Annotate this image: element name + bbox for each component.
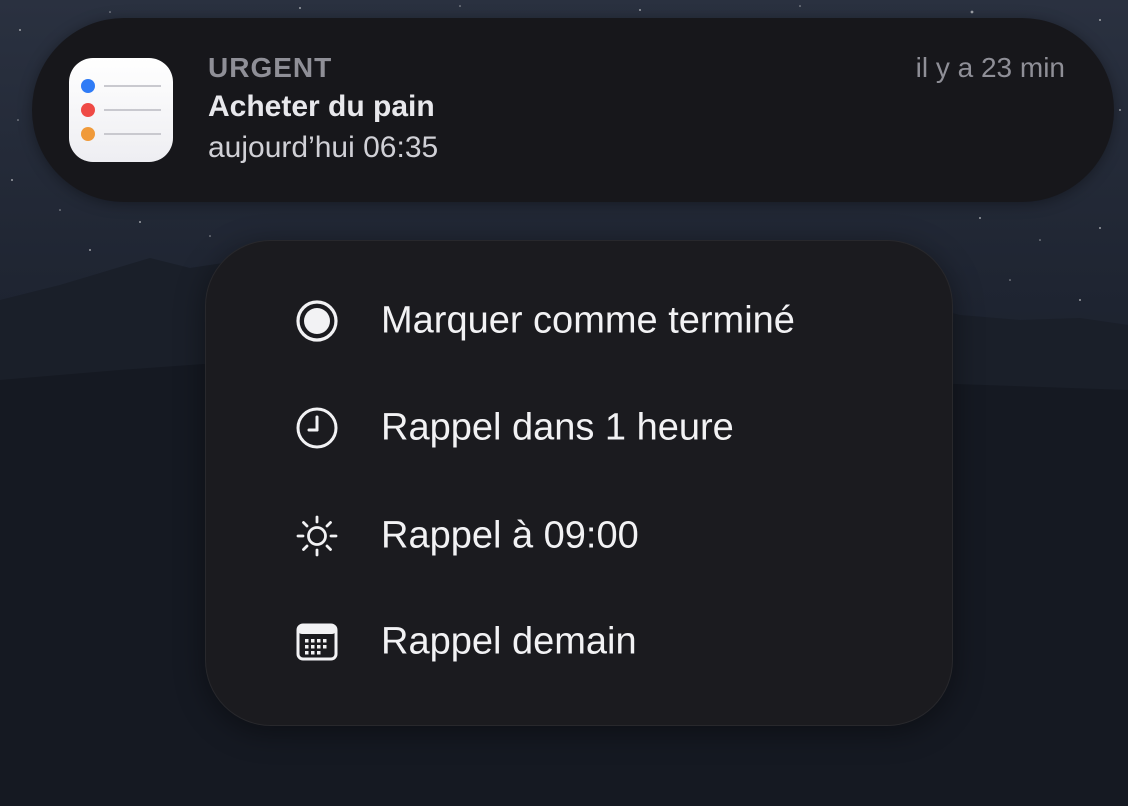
action-remind-tomorrow[interactable]: Rappel demain xyxy=(206,592,952,692)
notification-title: Acheter du pain xyxy=(208,90,435,123)
notification-banner[interactable] xyxy=(32,18,1114,202)
action-remind-at-nine[interactable]: Rappel à 09:00 xyxy=(206,486,952,586)
action-label: Rappel à 09:00 xyxy=(381,514,639,557)
action-label: Rappel demain xyxy=(381,620,637,663)
notification-category: URGENT xyxy=(208,52,333,83)
action-label: Marquer comme terminé xyxy=(381,299,795,342)
calendar-icon xyxy=(294,619,340,665)
completed-circle-icon xyxy=(294,298,340,344)
clock-icon xyxy=(294,405,340,451)
notification-subtitle: aujourd’hui 06:35 xyxy=(208,131,439,164)
notification-action-menu: Marquer comme terminé Rappel dans 1 heur… xyxy=(205,240,953,726)
reminders-app-icon xyxy=(69,58,173,162)
action-remind-in-hour[interactable]: Rappel dans 1 heure xyxy=(206,378,952,478)
action-label: Rappel dans 1 heure xyxy=(381,406,734,449)
action-mark-complete[interactable]: Marquer comme terminé xyxy=(206,271,952,371)
notification-time: il y a 23 min xyxy=(915,52,1065,83)
sun-icon xyxy=(294,513,340,559)
